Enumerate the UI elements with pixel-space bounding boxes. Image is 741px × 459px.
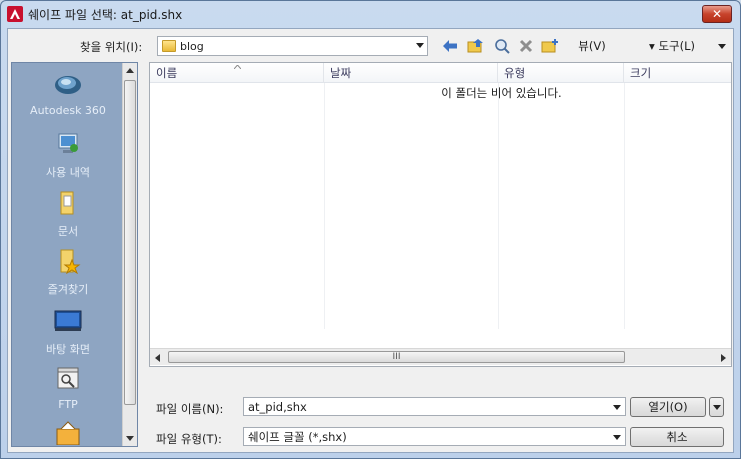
place-label: 사용 내역: [46, 166, 90, 179]
delete-icon: [519, 39, 533, 53]
close-button[interactable]: ✕: [702, 5, 732, 23]
column-divider: [498, 83, 499, 329]
folder-up-icon: [467, 39, 483, 53]
places-scroll-thumb[interactable]: [124, 80, 136, 405]
place-autodesk360[interactable]: Autodesk 360: [12, 71, 124, 117]
place-documents[interactable]: 문서: [12, 190, 124, 239]
ftp-icon: [57, 367, 79, 389]
column-divider: [324, 83, 325, 329]
search-icon: [495, 39, 510, 54]
tools-menu[interactable]: ▾ 도구(L): [632, 36, 712, 56]
chevron-down-icon: [712, 404, 721, 410]
delete-button[interactable]: [516, 36, 536, 56]
filename-input[interactable]: at_pid,shx: [243, 397, 626, 416]
lookin-combo[interactable]: blog: [157, 36, 428, 56]
filetype-value: 쉐이프 글꼴 (*,shx): [248, 429, 347, 444]
file-list-hscrollbar[interactable]: III: [150, 348, 731, 365]
chevron-down-icon[interactable]: [613, 405, 621, 410]
place-desktop[interactable]: 바탕 화면: [12, 308, 124, 357]
new-folder-button[interactable]: [540, 36, 560, 56]
column-date[interactable]: 날짜: [324, 63, 498, 83]
title-bar[interactable]: 쉐이프 파일 선택: at_pid.shx ✕: [1, 1, 740, 27]
place-label: 문서: [57, 225, 79, 238]
folder-icon: [162, 40, 176, 52]
place-label: FTP: [58, 398, 78, 411]
lookin-row: 찾을 위치(I): blog 뷰(V) ▾ 도구(L): [8, 33, 735, 57]
chevron-down-icon[interactable]: [613, 435, 621, 440]
cloud-icon: [55, 76, 81, 94]
up-folder-button[interactable]: [466, 36, 486, 56]
file-list[interactable]: 이름 날짜 유형 크기 이 폴더는 비어 있습니다. III: [149, 62, 732, 367]
history-icon: [58, 133, 78, 153]
column-divider: [624, 83, 625, 329]
scroll-left-icon[interactable]: [155, 354, 160, 362]
views-menu[interactable]: 뷰(V): [568, 36, 616, 56]
favorites-icon: [60, 249, 81, 275]
column-type[interactable]: 유형: [498, 63, 624, 83]
back-button[interactable]: [440, 36, 460, 56]
chevron-down-icon: [718, 43, 726, 49]
buzzsaw-icon: [56, 421, 80, 446]
filetype-select[interactable]: 쉐이프 글꼴 (*,shx): [243, 427, 626, 446]
filetype-label: 파일 유형(T):: [156, 432, 222, 446]
places-sidebar[interactable]: Autodesk 360 사용 내역 문서 즐겨찾기 바탕 화면 FTP: [11, 62, 138, 447]
open-button[interactable]: 열기(O): [630, 397, 706, 417]
back-arrow-icon: [443, 40, 457, 52]
scroll-down-icon[interactable]: [126, 436, 134, 441]
desktop-icon: [54, 310, 82, 331]
place-label: 즐겨찾기: [47, 283, 89, 296]
lookin-value: blog: [180, 39, 204, 53]
filename-label: 파일 이름(N):: [156, 402, 224, 416]
scroll-right-icon[interactable]: [721, 354, 726, 362]
place-label: 바탕 화면: [46, 343, 90, 356]
search-web-button[interactable]: [492, 36, 512, 56]
place-favorites[interactable]: 즐겨찾기: [12, 248, 124, 297]
place-history[interactable]: 사용 내역: [12, 131, 124, 180]
chevron-down-icon[interactable]: [416, 43, 424, 48]
tools-label: ▾ 도구(L): [649, 39, 695, 53]
dialog-body: 찾을 위치(I): blog 뷰(V) ▾ 도구(L) Autodesk 360…: [7, 28, 734, 453]
window-title: 쉐이프 파일 선택: at_pid.shx: [28, 7, 183, 22]
place-ftp[interactable]: FTP: [12, 365, 124, 411]
autocad-icon: [7, 6, 23, 22]
column-size[interactable]: 크기: [624, 63, 731, 83]
column-header-row: 이름 날짜 유형 크기: [150, 63, 731, 83]
scroll-up-icon[interactable]: [126, 68, 134, 73]
new-folder-icon: [541, 39, 558, 53]
hscroll-thumb[interactable]: III: [168, 351, 625, 363]
cancel-button[interactable]: 취소: [630, 427, 724, 447]
lookin-label: 찾을 위치(I):: [80, 40, 143, 54]
open-options-button[interactable]: [709, 397, 724, 417]
empty-folder-message: 이 폴더는 비어 있습니다.: [441, 86, 562, 100]
documents-icon: [60, 191, 74, 215]
place-label: Autodesk 360: [30, 104, 106, 117]
filename-value: at_pid,shx: [248, 399, 307, 414]
places-scrollbar[interactable]: [122, 63, 137, 446]
place-buzzsaw[interactable]: [12, 419, 124, 452]
tools-dropdown-chevron[interactable]: [714, 36, 730, 56]
sort-ascending-icon: [234, 65, 241, 69]
file-dialog-window: 쉐이프 파일 선택: at_pid.shx ✕ 찾을 위치(I): blog 뷰…: [0, 0, 741, 459]
